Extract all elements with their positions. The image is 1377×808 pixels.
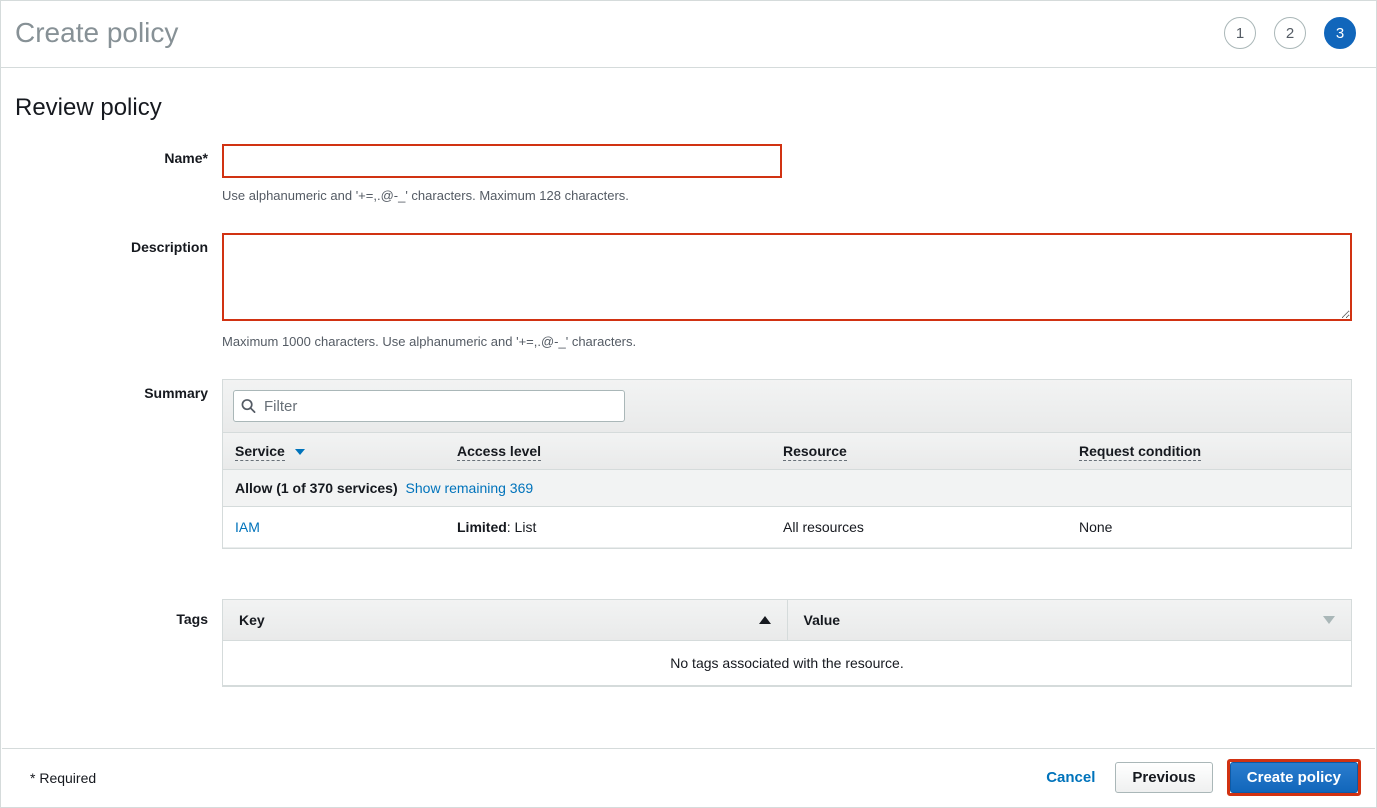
summary-table: Service Access level Resource Request co… <box>222 379 1352 549</box>
tags-row: Tags Key Value No tags associated with t… <box>15 599 1362 687</box>
search-icon <box>241 399 256 414</box>
summary-filter-input[interactable] <box>233 390 625 422</box>
previous-button[interactable]: Previous <box>1115 762 1212 793</box>
footer-actions: Cancel Previous Create policy <box>1040 759 1361 796</box>
tags-empty-text: No tags associated with the resource. <box>223 641 1351 686</box>
description-row: Description Maximum 1000 characters. Use… <box>15 233 1362 349</box>
service-link[interactable]: IAM <box>235 519 457 535</box>
summary-row: Summary Service <box>15 379 1362 549</box>
required-note: * Required <box>30 770 96 786</box>
summary-header-row: Service Access level Resource Request co… <box>223 433 1351 470</box>
sort-caret-icon <box>295 449 305 455</box>
col-resource-header[interactable]: Resource <box>771 433 1067 469</box>
description-help-text: Maximum 1000 characters. Use alphanumeri… <box>222 334 1362 349</box>
resource-cell: All resources <box>783 519 1079 535</box>
sort-desc-icon <box>1323 616 1335 624</box>
col-service-header[interactable]: Service <box>223 433 445 469</box>
col-access-header[interactable]: Access level <box>445 433 771 469</box>
tags-header-row: Key Value <box>223 600 1351 641</box>
sort-asc-icon <box>759 616 771 624</box>
allow-group-row: Allow (1 of 370 services) Show remaining… <box>223 470 1351 507</box>
col-condition-header[interactable]: Request condition <box>1067 433 1351 469</box>
step-3[interactable]: 3 <box>1324 17 1356 49</box>
section-title: Review policy <box>15 94 1362 122</box>
cancel-button[interactable]: Cancel <box>1040 768 1101 787</box>
step-2[interactable]: 2 <box>1274 17 1306 49</box>
description-textarea[interactable] <box>222 233 1352 321</box>
page-header: Create policy 1 2 3 <box>1 1 1376 68</box>
page-title: Create policy <box>15 17 178 49</box>
tags-col-key-header[interactable]: Key <box>223 600 788 640</box>
name-label: Name* <box>15 144 222 203</box>
tags-col-value-header[interactable]: Value <box>788 600 1352 640</box>
wizard-steps: 1 2 3 <box>1224 17 1356 49</box>
name-input[interactable] <box>222 144 782 178</box>
name-row: Name* Use alphanumeric and '+=,.@-_' cha… <box>15 144 1362 203</box>
allow-count-text: Allow (1 of 370 services) <box>235 480 398 496</box>
tags-table: Key Value No tags associated with the re… <box>222 599 1352 687</box>
step-1[interactable]: 1 <box>1224 17 1256 49</box>
create-policy-button[interactable]: Create policy <box>1230 762 1358 793</box>
summary-filter-bar <box>223 380 1351 433</box>
table-row: IAM Limited: List All resources None <box>223 507 1351 548</box>
summary-label: Summary <box>15 379 222 549</box>
footer-bar: * Required Cancel Previous Create policy <box>2 748 1375 806</box>
description-label: Description <box>15 233 222 349</box>
show-remaining-link[interactable]: Show remaining 369 <box>406 480 534 496</box>
tags-label: Tags <box>15 599 222 687</box>
create-policy-highlight: Create policy <box>1227 759 1361 796</box>
access-level-cell: Limited: List <box>457 519 783 535</box>
condition-cell: None <box>1079 519 1339 535</box>
name-help-text: Use alphanumeric and '+=,.@-_' character… <box>222 188 1362 203</box>
